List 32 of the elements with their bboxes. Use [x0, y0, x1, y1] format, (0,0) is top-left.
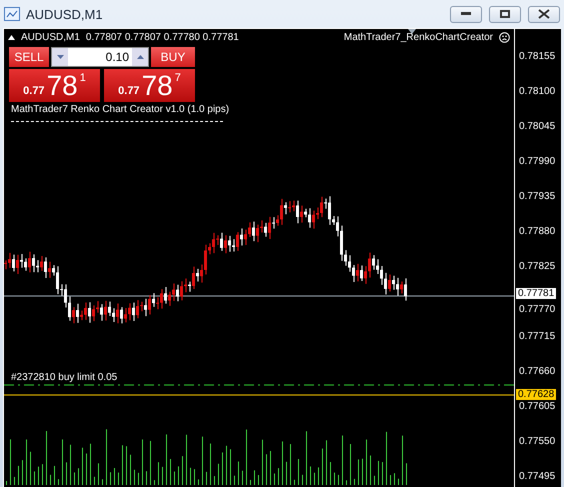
price-tick: 0.77990	[519, 156, 556, 167]
chart-symbol: AUDUSD,M1	[21, 32, 80, 43]
price-tick: 0.77495	[519, 471, 556, 482]
sell-button[interactable]: SELL	[9, 47, 49, 67]
current-price-label: 0.77781	[516, 288, 556, 299]
minimize-button[interactable]	[450, 6, 482, 22]
window-title: AUDUSD,M1	[26, 6, 104, 22]
expert-name: MathTrader7_RenkoChartCreator	[344, 32, 493, 43]
close-button[interactable]	[528, 6, 560, 22]
price-tick: 0.77935	[519, 191, 556, 202]
buy-button[interactable]: BUY	[151, 47, 195, 67]
price-tick: 0.77770	[519, 304, 556, 315]
collapse-icon	[8, 35, 15, 40]
price-tick: 0.77550	[519, 436, 556, 447]
minimize-icon	[461, 12, 471, 16]
ohlc-values: 0.77807 0.77807 0.77780 0.77781	[86, 32, 240, 43]
restore-icon	[500, 10, 510, 18]
price-tick: 0.77825	[519, 261, 556, 272]
price-tick: 0.78100	[519, 86, 556, 97]
price-tick: 0.77605	[519, 401, 556, 412]
price-tick: 0.77660	[519, 366, 556, 377]
order-label: #2372810 buy limit 0.05	[11, 372, 118, 383]
order-price-label: 0.77628	[516, 389, 556, 400]
chart-window-icon	[4, 7, 20, 21]
indicator-label: MathTrader7 Renko Chart Creator v1.0 (1.0 pips)	[11, 104, 230, 115]
price-tick: 0.78155	[519, 51, 556, 62]
price-tick: 0.77880	[519, 226, 556, 237]
price-tick: 0.78045	[519, 121, 556, 132]
price-tick: 0.77715	[519, 331, 556, 342]
sad-face-icon	[499, 32, 510, 43]
restore-button[interactable]	[489, 6, 521, 22]
close-icon	[538, 9, 550, 19]
